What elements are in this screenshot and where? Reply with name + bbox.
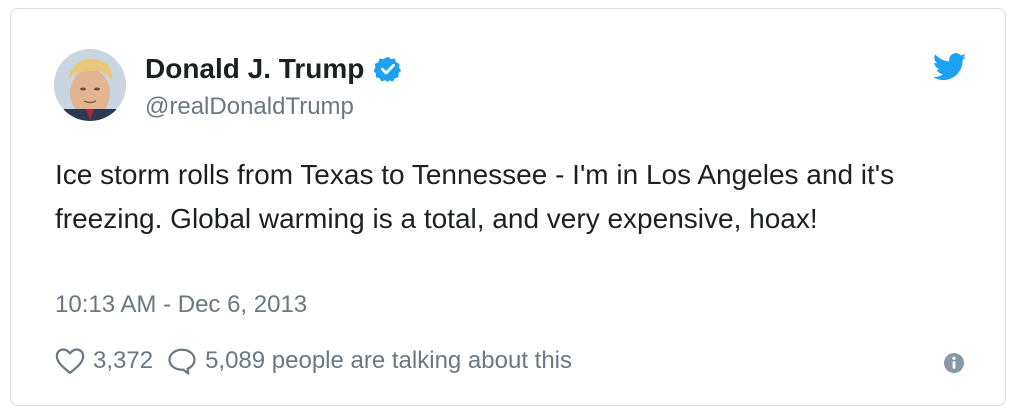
display-name[interactable]: Donald J. Trump [145, 53, 364, 85]
twitter-bird-icon[interactable] [933, 53, 967, 81]
heart-icon[interactable] [55, 347, 85, 375]
reply-icon[interactable] [167, 347, 197, 375]
tweet-actions: 3,372 5,089 people are talking about thi… [55, 347, 572, 375]
verified-badge-icon [374, 56, 402, 83]
user-handle[interactable]: @realDonaldTrump [145, 93, 354, 121]
tweet-timestamp[interactable]: 10:13 AM - Dec 6, 2013 [55, 291, 307, 319]
like-count[interactable]: 3,372 [93, 347, 153, 375]
avatar[interactable] [54, 49, 126, 121]
tweet-card: Donald J. Trump @realDonaldTrump Ice sto… [10, 8, 1006, 406]
talking-count[interactable]: 5,089 people are talking about this [205, 347, 572, 375]
info-icon[interactable] [943, 352, 965, 374]
tweet-text: Ice storm rolls from Texas to Tennessee … [55, 159, 895, 234]
avatar-image [54, 49, 126, 121]
display-name-row[interactable]: Donald J. Trump [145, 53, 402, 85]
